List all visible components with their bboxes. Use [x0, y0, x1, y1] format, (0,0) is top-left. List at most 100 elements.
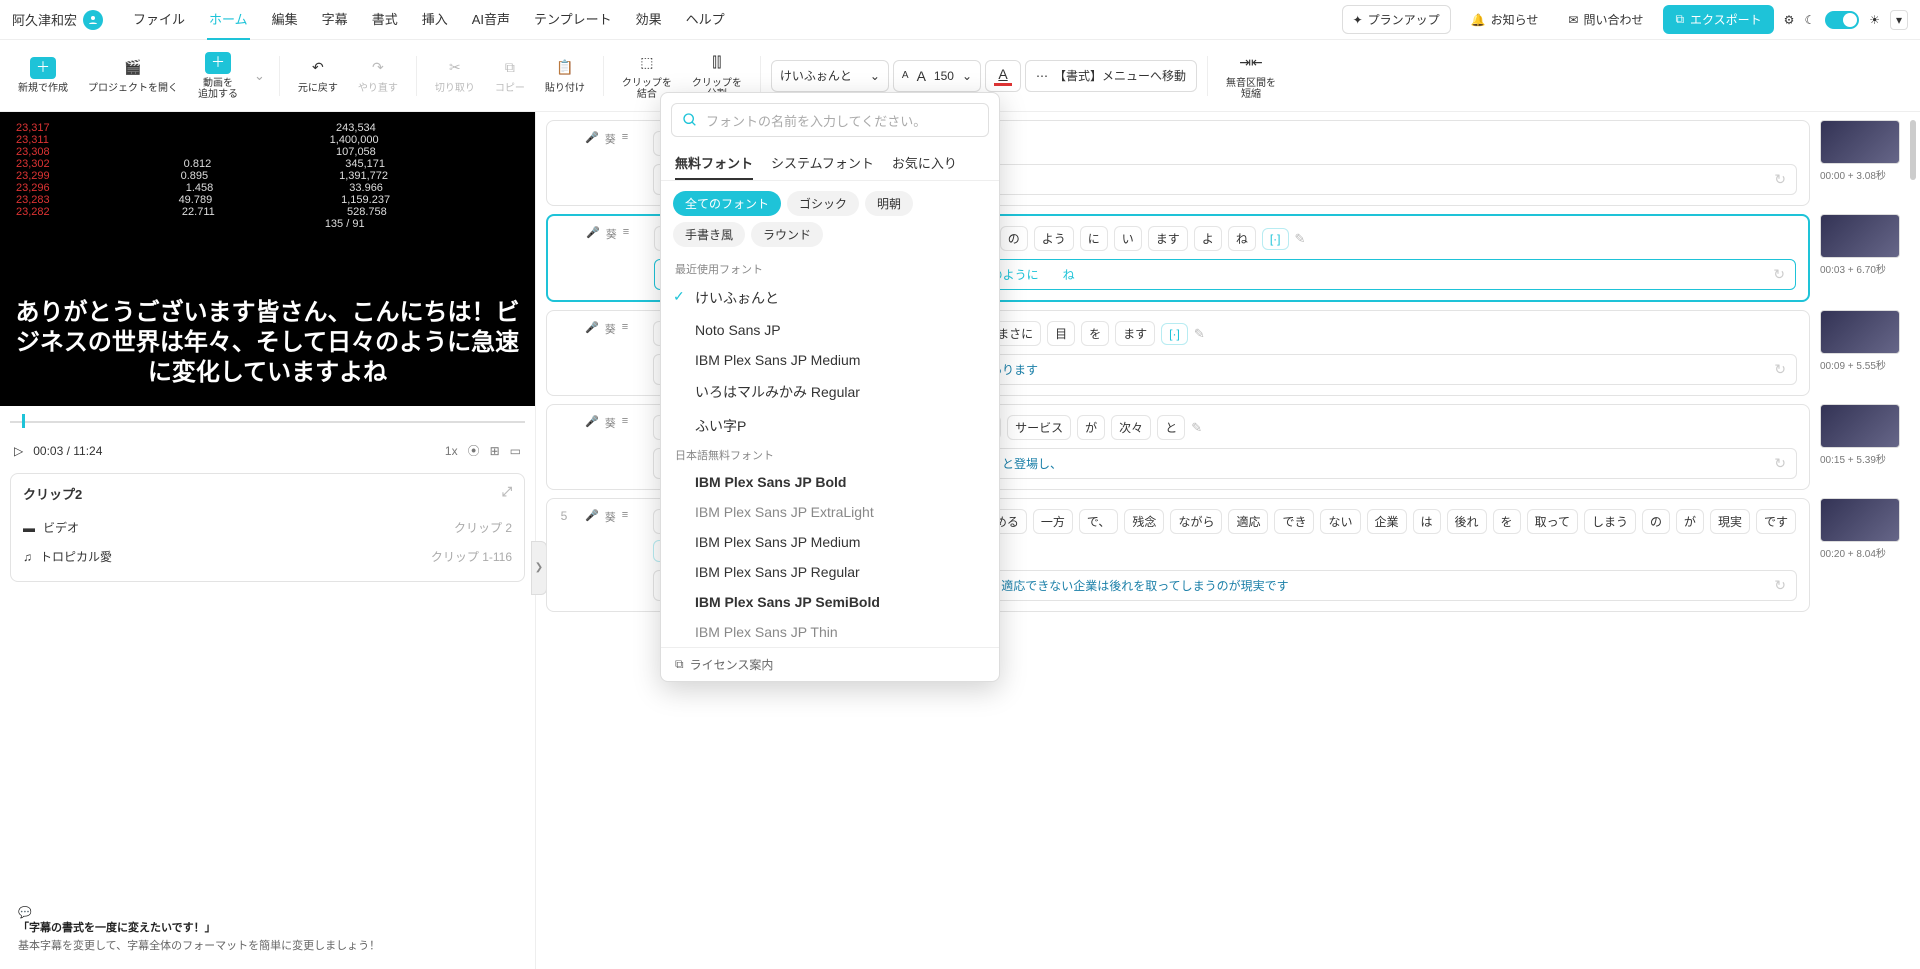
plan-up-button[interactable]: ✦ プランアップ — [1342, 5, 1451, 34]
undo-button[interactable]: ↶元に戻す — [290, 53, 346, 98]
token[interactable]: を — [1493, 509, 1521, 534]
menu-テンプレート[interactable]: テンプレート — [532, 0, 614, 40]
open-project-button[interactable]: 🎬プロジェクトを開く — [80, 53, 186, 98]
font-item[interactable]: けいふぉんと — [661, 281, 999, 315]
menu-字幕[interactable]: 字幕 — [320, 0, 350, 40]
clip-thumbnail[interactable]: 00:15 + 5.39秒 — [1820, 404, 1910, 466]
redo-button[interactable]: ↷やり直す — [350, 53, 406, 98]
menu-ファイル[interactable]: ファイル — [131, 0, 187, 40]
font-item[interactable]: いろはマルみかみ Regular — [661, 375, 999, 409]
refresh-icon[interactable]: ↻ — [1774, 455, 1786, 472]
font-chip[interactable]: ラウンド — [751, 222, 823, 247]
pencil-icon[interactable]: ✎ — [1194, 326, 1205, 342]
token[interactable]: ない — [1320, 509, 1360, 534]
token[interactable]: ます — [1115, 321, 1155, 346]
font-item[interactable]: IBM Plex Sans JP Bold — [661, 467, 999, 497]
token[interactable]: ながら — [1170, 509, 1222, 534]
font-search-input[interactable]: フォントの名前を入力してください。 — [671, 103, 989, 137]
add-video-button[interactable]: ＋動画を 追加する — [190, 48, 246, 104]
refresh-icon[interactable]: ↻ — [1774, 577, 1786, 594]
playback-rate[interactable]: 1x — [445, 444, 458, 458]
clip-thumbnail[interactable]: 00:00 + 3.08秒 — [1820, 120, 1910, 182]
gear-icon[interactable]: ⚙ — [1784, 13, 1795, 27]
user-badge[interactable]: 阿久津和宏 — [12, 10, 103, 30]
pencil-icon[interactable]: ✎ — [1191, 420, 1202, 436]
token[interactable]: の — [1000, 226, 1028, 251]
refresh-icon[interactable]: ↻ — [1774, 171, 1786, 188]
menu-ヘルプ[interactable]: ヘルプ — [684, 0, 727, 40]
token[interactable]: と — [1157, 415, 1185, 440]
rect-icon[interactable]: ▭ — [510, 444, 521, 458]
menu-icon[interactable]: ≡ — [622, 131, 628, 143]
token[interactable]: 一方 — [1033, 509, 1073, 534]
font-item[interactable]: IBM Plex Sans JP Medium — [661, 345, 999, 375]
font-item[interactable]: Noto Sans JP — [661, 315, 999, 345]
menu-icon[interactable]: ≡ — [622, 509, 628, 521]
font-chip[interactable]: ゴシック — [787, 191, 859, 216]
token[interactable]: [·] — [1161, 323, 1188, 345]
menu-ホーム[interactable]: ホーム — [207, 0, 250, 40]
cut-button[interactable]: ✂切り取り — [427, 53, 483, 98]
token[interactable]: は — [1413, 509, 1441, 534]
menu-AI音声[interactable]: AI音声 — [470, 0, 512, 40]
font-tab[interactable]: 無料フォント — [675, 147, 753, 180]
camera-icon[interactable]: ⦿ — [468, 442, 480, 459]
paste-button[interactable]: 📋貼り付け — [537, 53, 593, 98]
token[interactable]: に — [1080, 226, 1108, 251]
play-icon[interactable]: ▷ — [14, 444, 23, 458]
contact-button[interactable]: ✉ 問い合わせ — [1558, 6, 1653, 33]
font-select[interactable]: けいふぉんと⌄ — [771, 60, 889, 92]
clip-row[interactable]: ▬ビデオクリップ 2 — [23, 513, 512, 542]
token[interactable]: です — [1756, 509, 1796, 534]
menu-編集[interactable]: 編集 — [270, 0, 300, 40]
video-preview[interactable]: 23,317243,53423,3111,400,00023,308107,05… — [0, 112, 535, 406]
refresh-icon[interactable]: ↻ — [1773, 266, 1785, 283]
menu-icon[interactable]: ≡ — [622, 415, 628, 427]
token[interactable]: ね — [1228, 226, 1256, 251]
chevron-down-icon[interactable]: ▾ — [1890, 10, 1908, 30]
token[interactable]: 企業 — [1367, 509, 1407, 534]
playhead[interactable] — [22, 414, 25, 428]
refresh-icon[interactable]: ↻ — [1774, 361, 1786, 378]
expand-icon[interactable]: ⤢ — [502, 484, 512, 503]
clip-row[interactable]: ♫トロピカル愛クリップ 1-116 — [23, 542, 512, 571]
token[interactable]: 適応 — [1228, 509, 1268, 534]
font-item[interactable]: IBM Plex Sans JP Regular — [661, 557, 999, 587]
token[interactable]: が — [1676, 509, 1704, 534]
token[interactable]: しまう — [1584, 509, 1636, 534]
font-size-select[interactable]: AA150⌄ — [893, 60, 981, 92]
menu-効果[interactable]: 効果 — [634, 0, 664, 40]
clip-thumbnail[interactable]: 00:03 + 6.70秒 — [1820, 214, 1910, 276]
token[interactable]: が — [1077, 415, 1105, 440]
token[interactable]: 次々 — [1111, 415, 1151, 440]
scrollbar[interactable] — [1910, 120, 1916, 180]
font-item[interactable]: ふい字P — [661, 409, 999, 443]
notice-button[interactable]: 🔔 お知らせ — [1461, 6, 1549, 33]
token[interactable]: ます — [1148, 226, 1188, 251]
timeline[interactable] — [10, 412, 525, 430]
font-chip[interactable]: 手書き風 — [673, 222, 745, 247]
theme-toggle[interactable] — [1825, 11, 1859, 29]
clip-thumbnail[interactable]: 00:20 + 8.04秒 — [1820, 498, 1910, 560]
grid-icon[interactable]: ⊞ — [490, 444, 500, 458]
chevron-down-icon[interactable]: ⌄ — [250, 68, 269, 84]
menu-挿入[interactable]: 挿入 — [420, 0, 450, 40]
token[interactable]: 後れ — [1447, 509, 1487, 534]
token[interactable]: 現実 — [1710, 509, 1750, 534]
token[interactable]: サービス — [1007, 415, 1071, 440]
font-item[interactable]: IBM Plex Sans JP SemiBold — [661, 587, 999, 617]
token[interactable]: よう — [1034, 226, 1074, 251]
token[interactable]: 取って — [1527, 509, 1578, 534]
export-button[interactable]: ⧉ エクスポート — [1663, 5, 1773, 34]
font-color-button[interactable]: A — [985, 60, 1021, 92]
token[interactable]: を — [1081, 321, 1109, 346]
font-tab[interactable]: お気に入り — [892, 147, 957, 180]
font-item[interactable]: IBM Plex Sans JP Medium — [661, 527, 999, 557]
clip-thumbnail[interactable]: 00:09 + 5.55秒 — [1820, 310, 1910, 372]
token[interactable]: でき — [1274, 509, 1314, 534]
font-item[interactable]: IBM Plex Sans JP Thin — [661, 617, 999, 647]
menu-icon[interactable]: ≡ — [622, 321, 628, 333]
copy-button[interactable]: ⧉コピー — [487, 53, 533, 98]
shorten-silence-button[interactable]: ⇥⇤無音区間を 短縮 — [1218, 48, 1284, 104]
token[interactable]: よ — [1194, 226, 1222, 251]
